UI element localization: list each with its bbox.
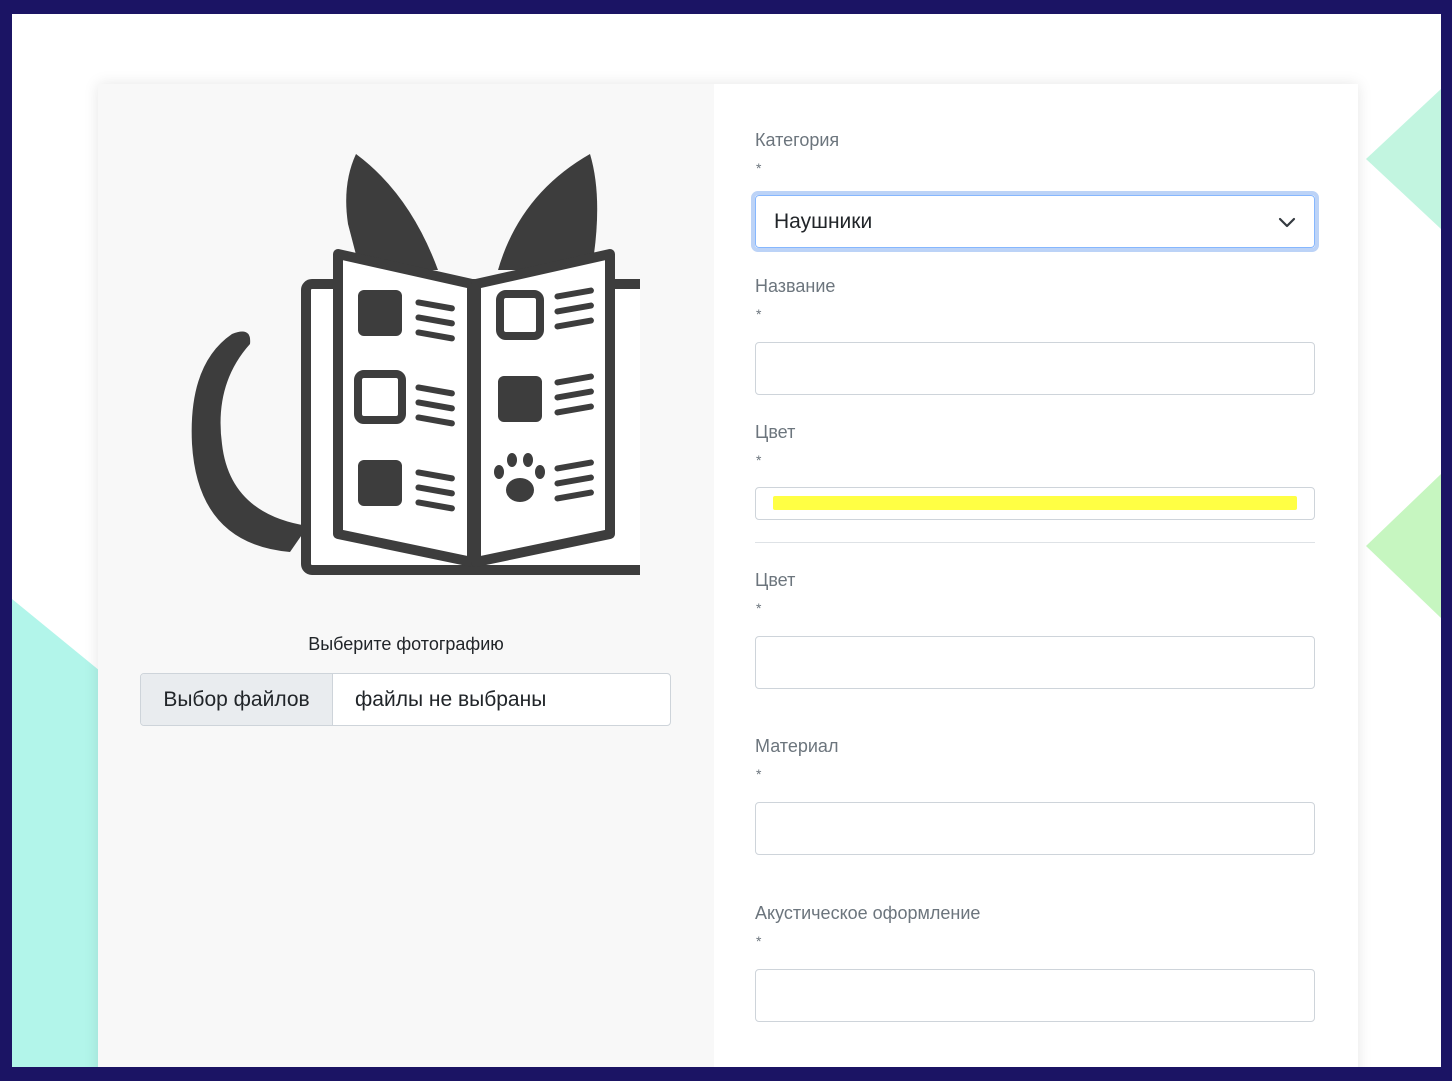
form-pane: Категория * Наушники Название * Цвет * Ц… xyxy=(714,84,1358,1067)
decor-triangle-right-top xyxy=(1366,89,1441,229)
category-select-value: Наушники xyxy=(774,209,873,233)
product-form-card: Выберите фотографию Выбор файлов файлы н… xyxy=(98,84,1358,1067)
category-required-mark: * xyxy=(756,160,762,176)
name-required-mark: * xyxy=(756,306,762,322)
material-input[interactable] xyxy=(755,802,1315,855)
decor-block-left xyxy=(12,694,102,1067)
chevron-down-icon xyxy=(1278,217,1296,227)
photo-pane: Выберите фотографию Выбор файлов файлы н… xyxy=(98,84,714,1067)
material-required-mark: * xyxy=(756,766,762,782)
category-select[interactable]: Наушники xyxy=(751,191,1319,252)
color-swatch xyxy=(773,496,1297,510)
name-label: Название xyxy=(755,276,836,296)
color-text-label: Цвет xyxy=(755,570,796,590)
color-picker-required-mark: * xyxy=(756,452,762,468)
cat-reading-catalog-icon xyxy=(191,154,640,575)
category-label: Категория xyxy=(755,130,840,150)
page-frame: Выберите фотографию Выбор файлов файлы н… xyxy=(12,14,1441,1067)
acoustic-required-mark: * xyxy=(756,933,762,949)
material-label: Материал xyxy=(755,736,839,756)
choose-files-button[interactable]: Выбор файлов xyxy=(141,674,333,725)
color-text-input[interactable] xyxy=(755,636,1315,689)
file-input[interactable]: Выбор файлов файлы не выбраны xyxy=(140,673,671,726)
color-picker-input[interactable] xyxy=(755,487,1315,520)
acoustic-label: Акустическое оформление xyxy=(755,903,981,923)
section-divider xyxy=(755,542,1315,543)
color-text-required-mark: * xyxy=(756,600,762,616)
photo-label: Выберите фотографию xyxy=(308,634,504,654)
color-picker-label: Цвет xyxy=(755,422,796,442)
acoustic-input[interactable] xyxy=(755,969,1315,1022)
file-status-text: файлы не выбраны xyxy=(355,687,547,711)
decor-triangle-right-mid xyxy=(1366,474,1441,618)
name-input[interactable] xyxy=(755,342,1315,395)
